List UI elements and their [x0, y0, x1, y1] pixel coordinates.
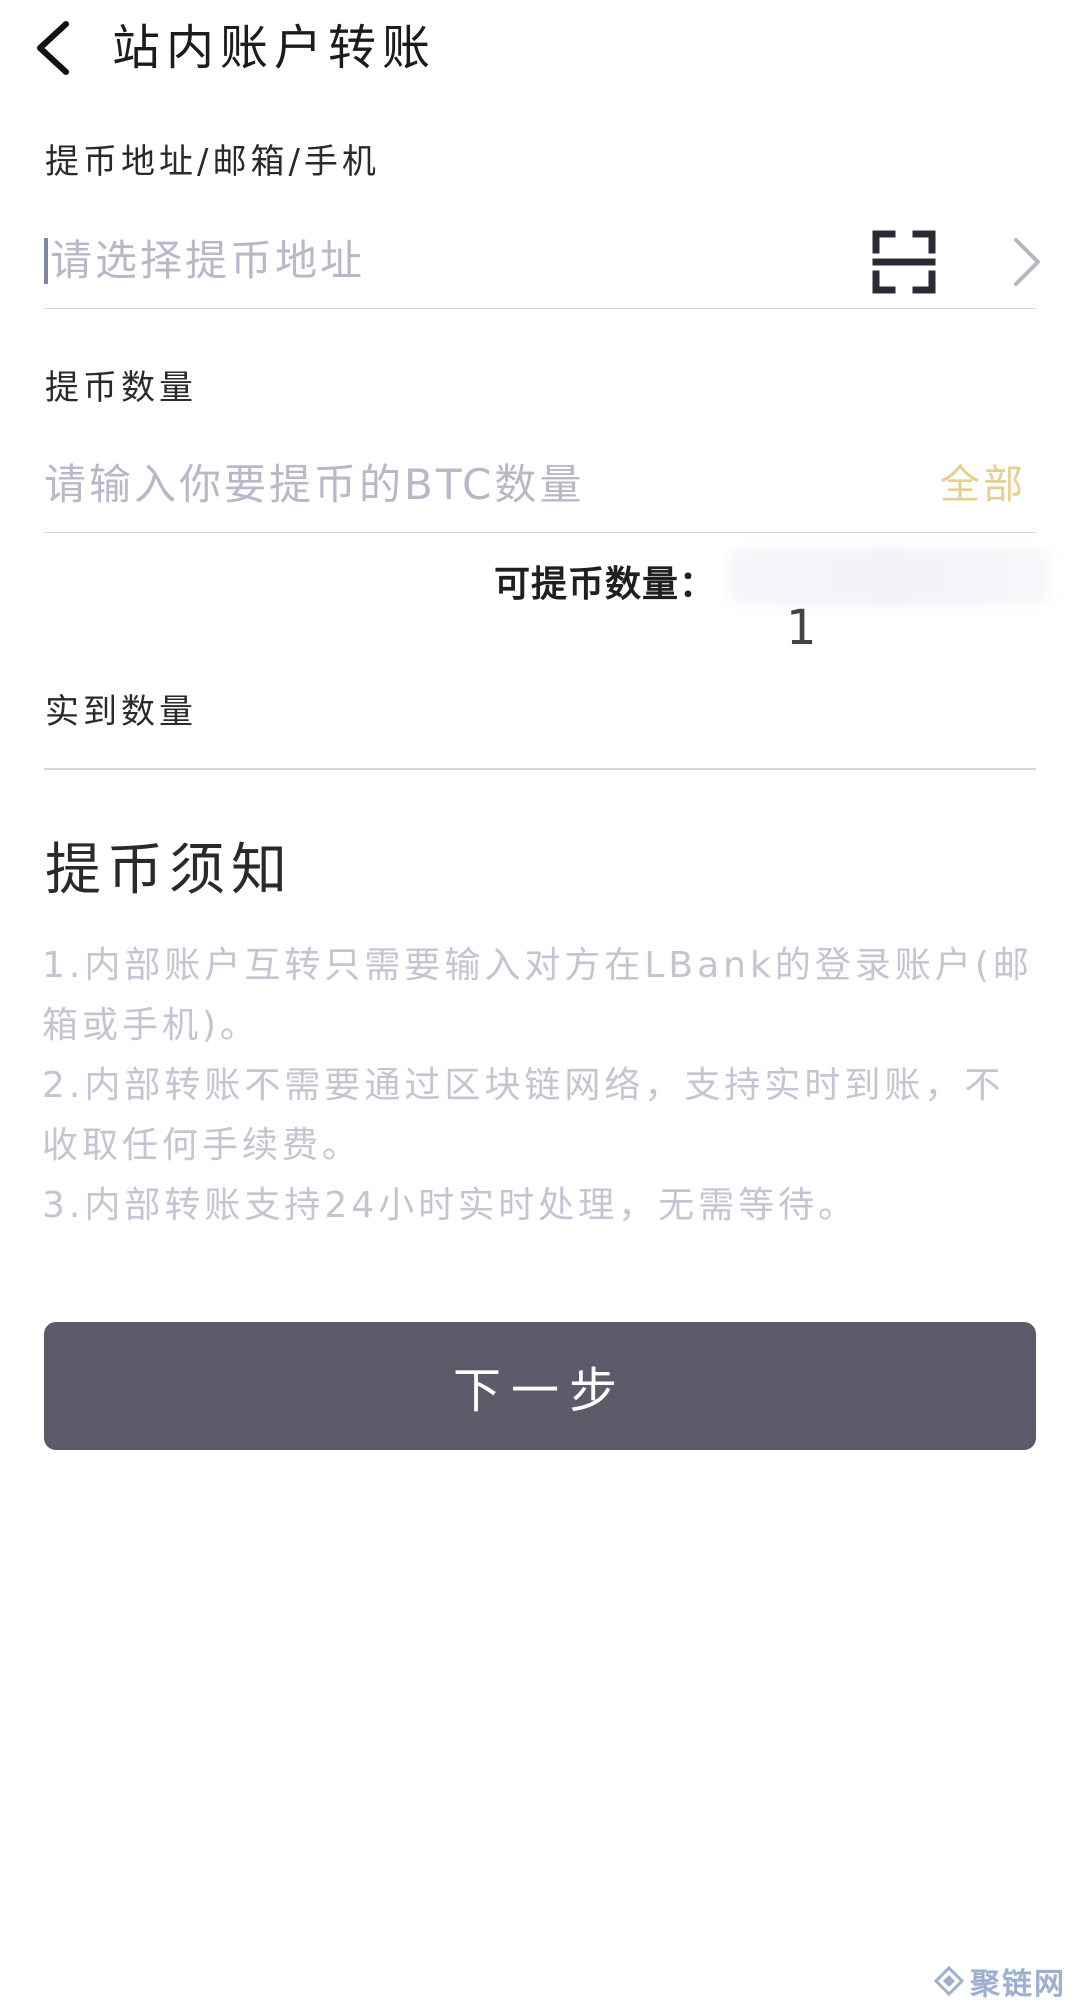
- page-title: 站内账户转账: [112, 20, 437, 76]
- available-amount-label: 可提币数量：: [494, 564, 717, 605]
- text-caret: [44, 238, 48, 284]
- watermark-text: 聚链网: [970, 1967, 1066, 2002]
- redacted-area: [728, 548, 1050, 606]
- address-input[interactable]: 请选择提币地址: [50, 234, 365, 288]
- chevron-left-icon: [37, 21, 69, 75]
- notice-title: 提币须知: [45, 838, 293, 903]
- watermark-logo-icon: [934, 1966, 964, 1996]
- address-field[interactable]: 请选择提币地址: [44, 218, 1040, 309]
- notice-list: 1.内部账户互转只需要输入对方在LBank的登录账户(邮箱或手机)。 2.内部转…: [42, 936, 1042, 1236]
- scan-button[interactable]: [872, 230, 936, 294]
- received-label: 实到数量: [45, 692, 197, 732]
- amount-field[interactable]: 请输入你要提币的BTC数量 全部: [44, 442, 1036, 533]
- address-select-button[interactable]: [1006, 234, 1046, 290]
- available-amount-value: 1: [786, 600, 817, 656]
- notice-item: 3.内部转账支持24小时实时处理，无需等待。: [42, 1185, 859, 1226]
- next-step-button[interactable]: 下一步: [44, 1322, 1036, 1450]
- scan-icon: [872, 230, 936, 294]
- all-button[interactable]: 全部: [940, 458, 1026, 512]
- header-bar: 站内账户转账: [0, 0, 1076, 100]
- watermark: 聚链网: [934, 1959, 1066, 2003]
- amount-label: 提币数量: [45, 368, 197, 408]
- address-label: 提币地址/邮箱/手机: [45, 142, 380, 182]
- back-button[interactable]: [30, 18, 80, 78]
- amount-input[interactable]: 请输入你要提币的BTC数量: [44, 458, 584, 512]
- notice-item: 1.内部账户互转只需要输入对方在LBank的登录账户(邮箱或手机)。: [42, 945, 1033, 1046]
- received-divider: [44, 768, 1036, 770]
- notice-item: 2.内部转账不需要通过区块链网络，支持实时到账，不收取任何手续费。: [42, 1065, 1005, 1166]
- next-step-label: 下一步: [452, 1363, 627, 1419]
- chevron-right-icon: [1014, 238, 1040, 286]
